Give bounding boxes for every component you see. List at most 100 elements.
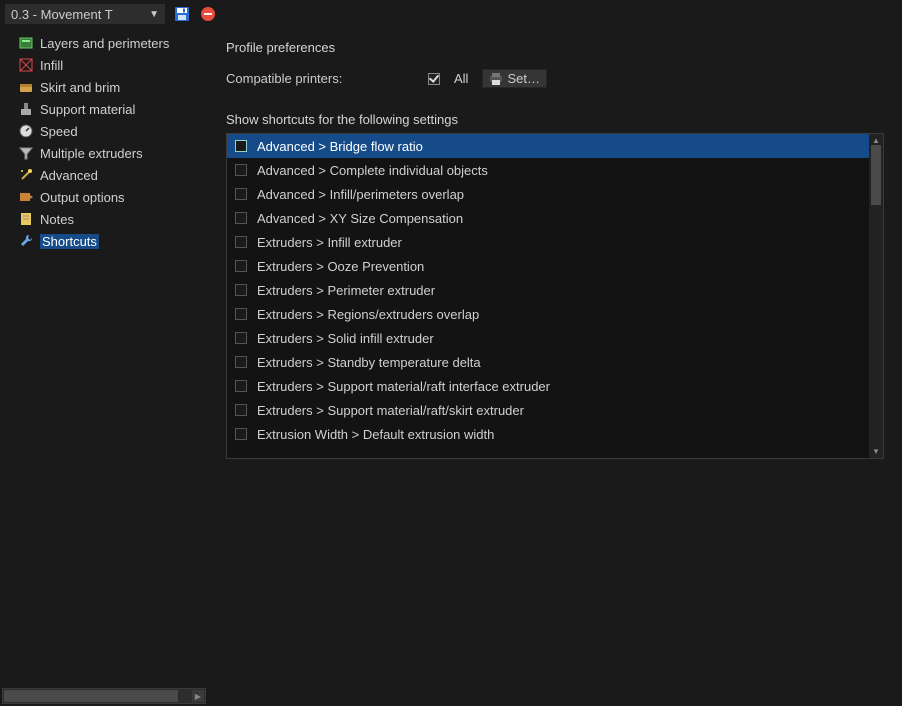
toolbar: 0.3 - Movement T ▼ xyxy=(0,0,902,28)
sidebar-item-label: Infill xyxy=(40,58,63,73)
sidebar-item-support[interactable]: Support material xyxy=(0,98,208,120)
skirt-icon xyxy=(18,79,34,95)
shortcut-item[interactable]: Extruders > Standby temperature delta xyxy=(227,350,869,374)
content: Profile preferences Compatible printers:… xyxy=(208,28,902,706)
sidebar-item-infill[interactable]: Infill xyxy=(0,54,208,76)
sidebar-item-label: Support material xyxy=(40,102,135,117)
scrollbar-track[interactable] xyxy=(869,145,883,447)
sidebar-item-speed[interactable]: Speed xyxy=(0,120,208,142)
profile-name: 0.3 - Movement T xyxy=(11,7,113,22)
shortcut-label: Extruders > Solid infill extruder xyxy=(257,331,434,346)
sidebar-item-label: Speed xyxy=(40,124,78,139)
shortcut-item[interactable]: Extruders > Solid infill extruder xyxy=(227,326,869,350)
shortcut-checkbox[interactable] xyxy=(235,332,247,344)
shortcut-item[interactable]: Extrusion Width > Default extrusion widt… xyxy=(227,422,869,446)
sidebar: Layers and perimeters Infill Skirt and bri… xyxy=(0,28,208,706)
shortcut-label: Extruders > Support material/raft/skirt … xyxy=(257,403,524,418)
compatible-printers-row: Compatible printers: All Set… xyxy=(226,69,884,88)
section-title-profile: Profile preferences xyxy=(226,40,884,55)
shortcut-checkbox[interactable] xyxy=(235,236,247,248)
shortcut-label: Extruders > Support material/raft interf… xyxy=(257,379,550,394)
wand-icon xyxy=(18,167,34,183)
sidebar-item-funnel[interactable]: Multiple extruders xyxy=(0,142,208,164)
sidebar-item-layers[interactable]: Layers and perimeters xyxy=(0,32,208,54)
compatible-printers-label: Compatible printers: xyxy=(226,71,418,86)
sidebar-item-label: Layers and perimeters xyxy=(40,36,169,51)
shortcut-checkbox[interactable] xyxy=(235,380,247,392)
sidebar-item-wand[interactable]: Advanced xyxy=(0,164,208,186)
shortcut-checkbox[interactable] xyxy=(235,308,247,320)
funnel-icon xyxy=(18,145,34,161)
shortcut-checkbox[interactable] xyxy=(235,188,247,200)
shortcut-item[interactable]: Extruders > Support material/raft interf… xyxy=(227,374,869,398)
infill-icon xyxy=(18,57,34,73)
sidebar-item-label: Skirt and brim xyxy=(40,80,120,95)
support-icon xyxy=(18,101,34,117)
layers-icon xyxy=(18,35,34,51)
all-label: All xyxy=(454,71,468,86)
shortcuts-list[interactable]: Advanced > Bridge flow ratio Advanced > C… xyxy=(227,134,869,458)
shortcut-label: Extruders > Regions/extruders overlap xyxy=(257,307,479,322)
shortcut-checkbox[interactable] xyxy=(235,404,247,416)
scroll-up-icon[interactable]: ▲ xyxy=(872,136,880,145)
shortcut-checkbox[interactable] xyxy=(235,284,247,296)
notes-icon xyxy=(18,211,34,227)
set-printers-button[interactable]: Set… xyxy=(482,69,547,88)
shortcut-item[interactable]: Advanced > XY Size Compensation xyxy=(227,206,869,230)
scroll-right-icon[interactable]: ▶ xyxy=(192,690,204,702)
save-button[interactable] xyxy=(172,4,192,24)
shortcut-item[interactable]: Advanced > Bridge flow ratio xyxy=(227,134,869,158)
nav-list: Layers and perimeters Infill Skirt and bri… xyxy=(0,32,208,686)
wrench-icon xyxy=(18,233,34,249)
all-checkbox[interactable] xyxy=(428,73,440,85)
profile-dropdown[interactable]: 0.3 - Movement T ▼ xyxy=(4,3,166,25)
main: Layers and perimeters Infill Skirt and bri… xyxy=(0,28,902,706)
scrollbar-thumb[interactable] xyxy=(871,145,881,205)
shortcut-checkbox[interactable] xyxy=(235,356,247,368)
sidebar-item-skirt[interactable]: Skirt and brim xyxy=(0,76,208,98)
set-button-label: Set… xyxy=(507,71,540,86)
shortcut-label: Advanced > Bridge flow ratio xyxy=(257,139,423,154)
shortcut-label: Advanced > Infill/perimeters overlap xyxy=(257,187,464,202)
printer-icon xyxy=(489,73,503,85)
chevron-down-icon: ▼ xyxy=(149,9,159,20)
shortcut-label: Extruders > Ooze Prevention xyxy=(257,259,424,274)
shortcut-item[interactable]: Extruders > Support material/raft/skirt … xyxy=(227,398,869,422)
sidebar-item-output[interactable]: Output options xyxy=(0,186,208,208)
shortcut-checkbox[interactable] xyxy=(235,260,247,272)
speed-icon xyxy=(18,123,34,139)
shortcut-item[interactable]: Extruders > Ooze Prevention xyxy=(227,254,869,278)
minus-circle-icon xyxy=(200,6,216,22)
save-icon xyxy=(174,6,190,22)
shortcut-item[interactable]: Extruders > Infill extruder xyxy=(227,230,869,254)
shortcut-checkbox[interactable] xyxy=(235,212,247,224)
shortcut-label: Extruders > Standby temperature delta xyxy=(257,355,481,370)
scroll-down-icon[interactable]: ▼ xyxy=(872,447,880,456)
shortcut-label: Advanced > Complete individual objects xyxy=(257,163,488,178)
shortcut-item[interactable]: Extruders > Regions/extruders overlap xyxy=(227,302,869,326)
shortcuts-section: Show shortcuts for the following setting… xyxy=(226,112,884,459)
delete-button[interactable] xyxy=(198,4,218,24)
shortcut-label: Advanced > XY Size Compensation xyxy=(257,211,463,226)
shortcut-label: Extruders > Infill extruder xyxy=(257,235,402,250)
shortcut-label: Extrusion Width > Default extrusion widt… xyxy=(257,427,494,442)
sidebar-item-label: Notes xyxy=(40,212,74,227)
shortcut-checkbox[interactable] xyxy=(235,164,247,176)
sidebar-item-label: Advanced xyxy=(40,168,98,183)
shortcut-checkbox[interactable] xyxy=(235,140,247,152)
shortcut-checkbox[interactable] xyxy=(235,428,247,440)
scrollbar-thumb[interactable] xyxy=(4,690,178,702)
shortcuts-vscrollbar[interactable]: ▲ ▼ xyxy=(869,134,883,458)
sidebar-item-label: Output options xyxy=(40,190,125,205)
sidebar-item-label: Shortcuts xyxy=(40,234,99,249)
shortcut-item[interactable]: Extruders > Perimeter extruder xyxy=(227,278,869,302)
sidebar-item-label: Multiple extruders xyxy=(40,146,143,161)
shortcut-label: Extruders > Perimeter extruder xyxy=(257,283,435,298)
output-icon xyxy=(18,189,34,205)
sidebar-hscrollbar[interactable]: ▶ xyxy=(2,688,206,704)
shortcuts-list-container: Advanced > Bridge flow ratio Advanced > C… xyxy=(226,133,884,459)
shortcut-item[interactable]: Advanced > Complete individual objects xyxy=(227,158,869,182)
sidebar-item-wrench[interactable]: Shortcuts xyxy=(0,230,208,252)
sidebar-item-notes[interactable]: Notes xyxy=(0,208,208,230)
shortcut-item[interactable]: Advanced > Infill/perimeters overlap xyxy=(227,182,869,206)
